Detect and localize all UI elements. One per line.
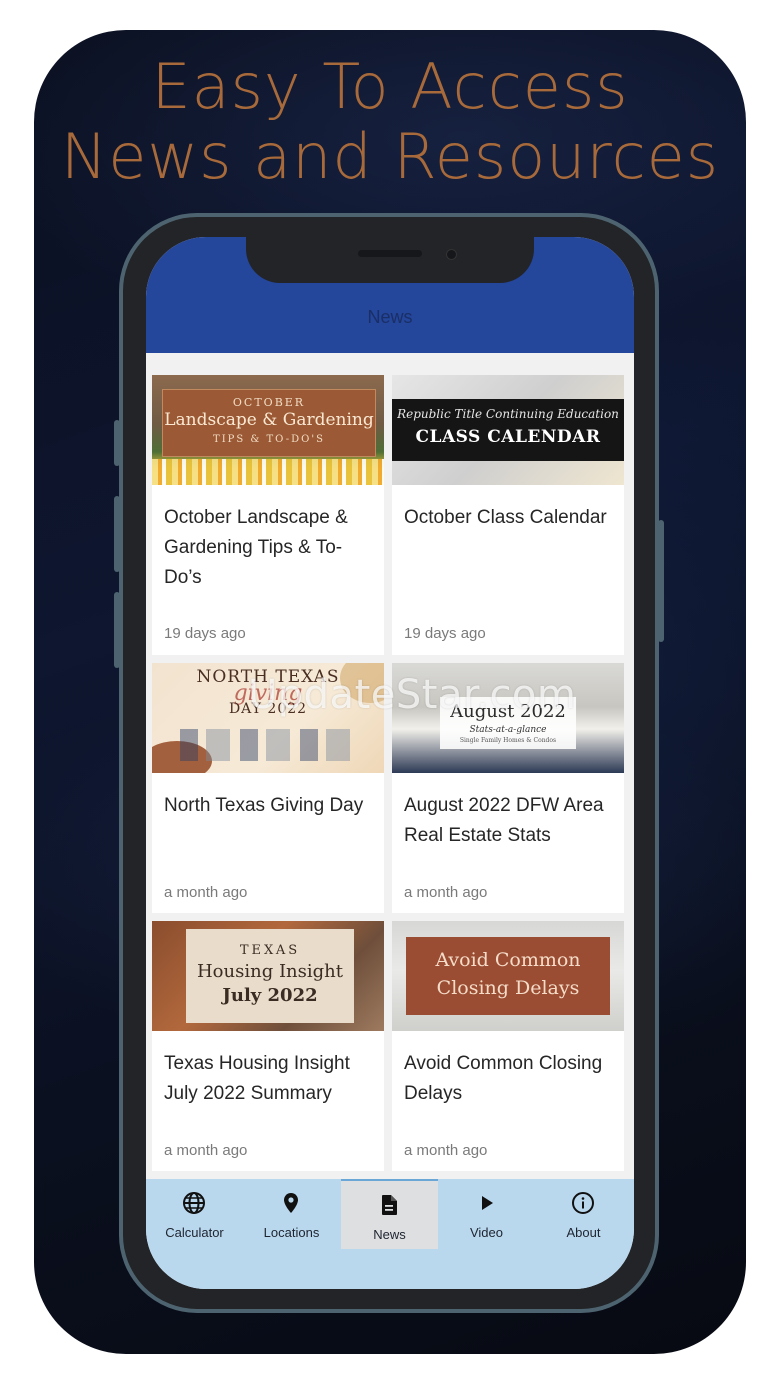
article-thumbnail: Avoid Common Closing Delays	[392, 921, 624, 1031]
article-timestamp: a month ago	[164, 1142, 248, 1159]
article-thumbnail: Republic Title Continuing Education CLAS…	[392, 375, 624, 485]
headline-line-2: News and Resources	[60, 120, 720, 193]
document-icon	[382, 1195, 397, 1215]
thumbnail-text: July 2022	[222, 985, 318, 1006]
tab-about[interactable]: About	[535, 1179, 632, 1249]
thumbnail-text: Housing Insight	[196, 961, 343, 982]
speaker-grille	[358, 250, 422, 257]
article-title: Avoid Common Closing Delays	[404, 1053, 603, 1104]
flower-bed	[152, 459, 384, 485]
info-icon	[572, 1192, 594, 1214]
thumbnail-banner: OCTOBER Landscape & Gardening TIPS & TO-…	[162, 389, 376, 457]
article-thumbnail: OCTOBER Landscape & Gardening TIPS & TO-…	[152, 375, 384, 485]
thumbnail-text: Closing Delays	[436, 977, 580, 999]
article-timestamp: 19 days ago	[404, 625, 486, 642]
article-timestamp: a month ago	[404, 1142, 488, 1159]
globe-icon	[183, 1192, 205, 1214]
tab-label: Locations	[263, 1225, 320, 1240]
headline-line-1: Easy To Access	[151, 50, 629, 123]
article-title: North Texas Giving Day	[164, 795, 364, 816]
watermark: UpdateStar.com	[248, 672, 577, 718]
thumbnail-text: Avoid Common	[435, 949, 581, 971]
article-title: October Landscape & Gardening Tips & To-…	[164, 507, 348, 588]
phone-notch	[246, 237, 534, 283]
article-title: August 2022 DFW Area Real Estate Stats	[404, 795, 604, 846]
news-card[interactable]: Republic Title Continuing Education CLAS…	[392, 375, 624, 655]
promo-headline: Easy To Access News and Resources	[0, 52, 780, 192]
front-camera	[446, 249, 457, 260]
tab-label: Video	[469, 1225, 503, 1240]
article-timestamp: 19 days ago	[164, 625, 246, 642]
thumbnail-text: Single Family Homes & Condos	[459, 737, 557, 744]
play-icon	[482, 1196, 493, 1210]
tab-label: About	[566, 1225, 601, 1240]
sponsor-logos	[180, 729, 360, 761]
map-pin-icon	[284, 1193, 298, 1213]
tab-calculator[interactable]: Calculator	[146, 1179, 243, 1249]
news-card[interactable]: Avoid Common Closing Delays Avoid Common…	[392, 921, 624, 1171]
thumbnail-text: OCTOBER	[232, 396, 306, 409]
article-title: Texas Housing Insight July 2022 Summary	[164, 1053, 350, 1104]
tab-label: Calculator	[165, 1225, 224, 1240]
bottom-tab-bar: Calculator Locations News Video About	[146, 1179, 634, 1289]
thumbnail-text: Landscape & Gardening	[164, 410, 374, 430]
tab-video[interactable]: Video	[438, 1179, 535, 1249]
news-card[interactable]: OCTOBER Landscape & Gardening TIPS & TO-…	[152, 375, 384, 655]
thumbnail-text: TIPS & TO-DO'S	[213, 434, 325, 445]
thumbnail-text: TEXAS	[239, 943, 301, 958]
article-timestamp: a month ago	[164, 884, 248, 901]
article-timestamp: a month ago	[404, 884, 488, 901]
tab-news[interactable]: News	[341, 1179, 438, 1249]
news-card[interactable]: TEXAS Housing Insight July 2022 Texas Ho…	[152, 921, 384, 1171]
article-thumbnail: TEXAS Housing Insight July 2022	[152, 921, 384, 1031]
news-feed[interactable]: OCTOBER Landscape & Gardening TIPS & TO-…	[146, 353, 634, 1179]
article-title: October Class Calendar	[404, 507, 607, 528]
header-title: News	[367, 307, 413, 327]
thumbnail-text: Republic Title Continuing Education	[397, 407, 619, 421]
thumbnail-banner: Republic Title Continuing Education CLAS…	[392, 399, 624, 461]
thumbnail-banner: TEXAS Housing Insight July 2022	[186, 929, 354, 1023]
thumbnail-text: CLASS CALENDAR	[415, 427, 601, 447]
app-screen: News OCTOBER Landscape & Gardening TIPS …	[146, 237, 634, 1289]
tab-label: News	[373, 1227, 406, 1242]
thumbnail-text: Stats-at-a-glance	[469, 725, 547, 735]
tab-locations[interactable]: Locations	[243, 1179, 340, 1249]
thumbnail-banner: Avoid Common Closing Delays	[406, 937, 610, 1015]
